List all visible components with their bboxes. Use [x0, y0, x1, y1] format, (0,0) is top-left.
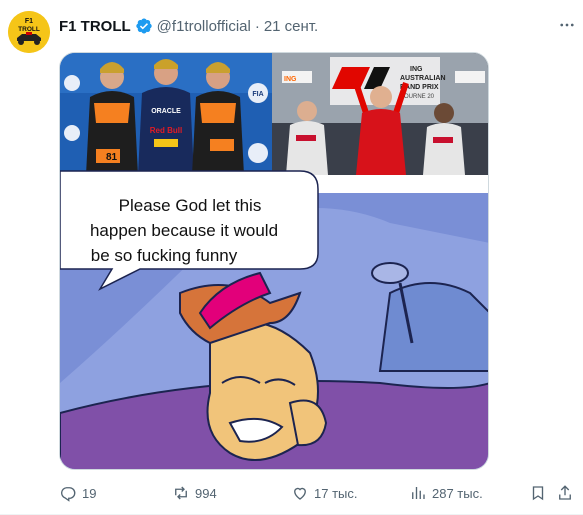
- handle[interactable]: @f1trollofficial: [157, 18, 251, 35]
- svg-text:F1: F1: [25, 18, 33, 25]
- views-icon: [412, 487, 425, 499]
- reply-count: 19: [82, 485, 97, 501]
- media-image[interactable]: FIA 81 ORACLE Red Bull ING AUSTRALIAN RA…: [59, 52, 489, 470]
- like-count: 17 тыс.: [314, 485, 358, 501]
- svg-text:ORACLE: ORACLE: [151, 108, 181, 115]
- bubble-line-2: happen because it would: [90, 221, 278, 240]
- share-button[interactable]: [556, 483, 574, 503]
- meme-illustration: FIA 81 ORACLE Red Bull ING AUSTRALIAN RA…: [60, 53, 488, 469]
- like-button[interactable]: 17 тыс.: [291, 483, 357, 503]
- views-count: 287 тыс.: [432, 485, 483, 501]
- bubble-line-1: Please God let this: [119, 196, 262, 215]
- bookmark-button[interactable]: [529, 483, 547, 503]
- verified-badge-icon: [135, 17, 153, 35]
- svg-text:FIA: FIA: [252, 91, 263, 98]
- f1-troll-logo-icon: F1 TROLL: [8, 11, 50, 53]
- heart-icon: [294, 487, 306, 500]
- repost-button[interactable]: 994: [172, 483, 217, 503]
- repost-count: 994: [195, 485, 217, 501]
- display-name[interactable]: F1 TROLL: [59, 18, 131, 35]
- svg-text:ING: ING: [284, 76, 297, 83]
- more-options-icon[interactable]: [556, 14, 578, 36]
- svg-text:ING: ING: [410, 66, 423, 73]
- avatar[interactable]: F1 TROLL: [8, 11, 50, 53]
- reply-button[interactable]: 19: [59, 483, 96, 503]
- repost-icon: [175, 486, 187, 500]
- views-button[interactable]: 287 тыс.: [409, 483, 483, 503]
- timestamp[interactable]: 21 сент.: [264, 18, 318, 35]
- svg-text:81: 81: [106, 152, 118, 163]
- svg-text:AUSTRALIAN: AUSTRALIAN: [400, 75, 446, 82]
- svg-text:BOURNE 20: BOURNE 20: [400, 94, 435, 100]
- tweet-header: F1 TROLL @f1trollofficial · 21 сент.: [59, 16, 318, 36]
- svg-text:Red Bull: Red Bull: [150, 126, 182, 135]
- tweet-actions: 19 994 17 тыс. 287 тыс.: [59, 483, 574, 505]
- bookmark-icon: [532, 486, 544, 501]
- podium-photo-2024: FIA 81 ORACLE Red Bull: [60, 53, 272, 175]
- reply-icon: [61, 487, 76, 502]
- svg-text:TROLL: TROLL: [18, 26, 40, 33]
- separator-dot: ·: [254, 17, 260, 35]
- podium-photo-2007: ING AUSTRALIAN RAND PRIX BOURNE 20 ING: [272, 53, 488, 175]
- bubble-line-3: be so fucking funny: [91, 246, 238, 265]
- tweet[interactable]: F1 TROLL F1 TROLL @f1trollofficial · 21 …: [0, 0, 583, 515]
- share-icon: [559, 485, 571, 500]
